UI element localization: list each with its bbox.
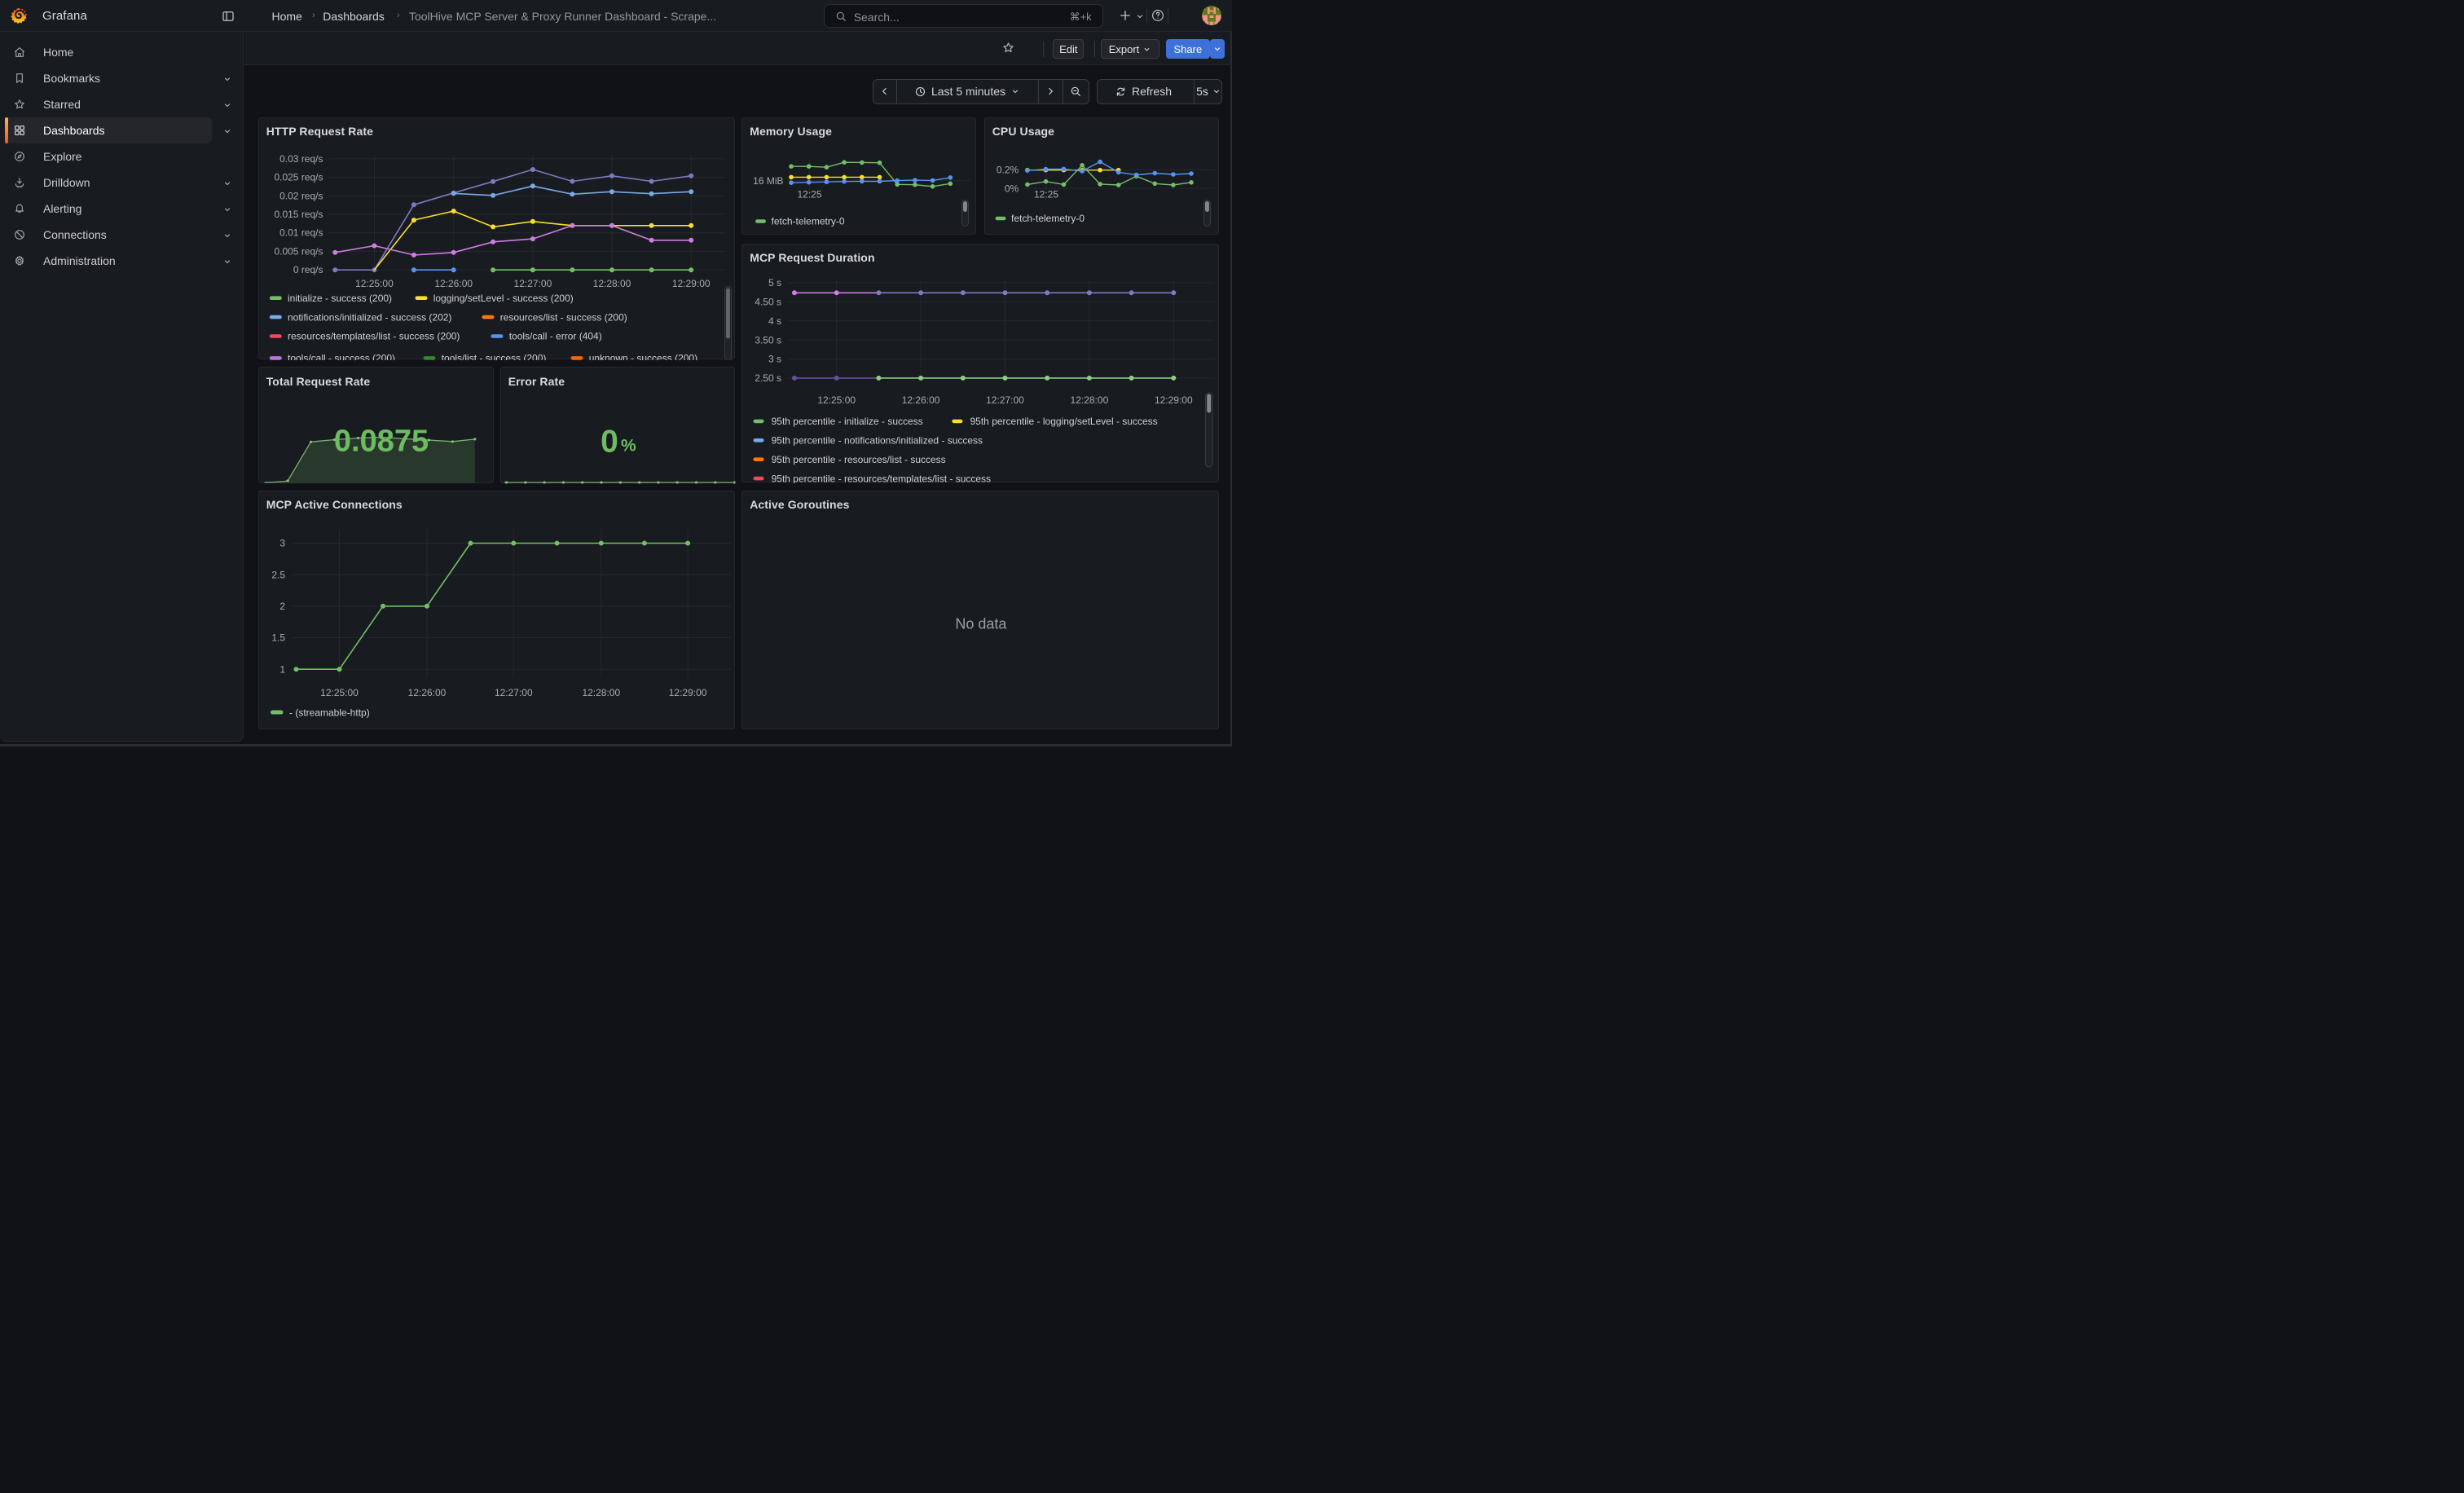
svg-text:3.50 s: 3.50 s xyxy=(755,334,781,346)
svg-text:2.5: 2.5 xyxy=(271,569,285,580)
svg-text:1: 1 xyxy=(279,663,285,675)
svg-text:12:29:00: 12:29:00 xyxy=(668,687,706,698)
svg-text:12:28:00: 12:28:00 xyxy=(1071,394,1109,406)
svg-text:fetch-telemetry-0: fetch-telemetry-0 xyxy=(772,215,845,227)
svg-text:95th percentile - initialize -: 95th percentile - initialize - success xyxy=(772,416,923,427)
svg-text:0 req/s: 0 req/s xyxy=(293,264,323,275)
svg-text:notifications/initialized - su: notifications/initialized - success (202… xyxy=(288,311,451,323)
svg-text:12:27:00: 12:27:00 xyxy=(513,278,552,289)
svg-text:initialize - success (200): initialize - success (200) xyxy=(288,292,392,303)
svg-text:0.03 req/s: 0.03 req/s xyxy=(279,152,323,164)
svg-text:tools/call - error (404): tools/call - error (404) xyxy=(508,330,601,341)
svg-text:12:29:00: 12:29:00 xyxy=(1155,394,1193,406)
svg-text:12:25: 12:25 xyxy=(1033,188,1058,200)
svg-text:0.025 req/s: 0.025 req/s xyxy=(274,171,323,183)
svg-text:2.50 s: 2.50 s xyxy=(755,372,781,384)
svg-text:0.0875: 0.0875 xyxy=(333,425,428,459)
svg-text:12:27:00: 12:27:00 xyxy=(494,687,532,698)
svg-text:12:28:00: 12:28:00 xyxy=(592,278,631,289)
svg-text:4.50 s: 4.50 s xyxy=(755,296,781,307)
svg-text:- (streamable-http): - (streamable-http) xyxy=(289,707,370,718)
svg-text:12:26:00: 12:26:00 xyxy=(407,687,446,698)
svg-text:tools/call - success (200): tools/call - success (200) xyxy=(288,352,395,359)
svg-text:12:27:00: 12:27:00 xyxy=(986,394,1024,406)
svg-text:12:25:00: 12:25:00 xyxy=(817,394,856,406)
svg-text:12:26:00: 12:26:00 xyxy=(902,394,940,406)
svg-text:12:25:00: 12:25:00 xyxy=(355,278,394,289)
svg-text:1.5: 1.5 xyxy=(271,632,285,643)
svg-text:%: % xyxy=(621,437,636,456)
svg-text:12:26:00: 12:26:00 xyxy=(434,278,473,289)
svg-text:3 s: 3 s xyxy=(768,353,781,364)
svg-text:95th percentile - resources/te: 95th percentile - resources/templates/li… xyxy=(772,473,991,483)
svg-text:resources/list - success (200): resources/list - success (200) xyxy=(499,311,627,323)
svg-text:0: 0 xyxy=(601,425,618,460)
svg-text:0.005 req/s: 0.005 req/s xyxy=(274,245,323,257)
svg-text:95th percentile - logging/setL: 95th percentile - logging/setLevel - suc… xyxy=(970,416,1158,427)
svg-text:0.015 req/s: 0.015 req/s xyxy=(274,209,323,220)
svg-text:0.02 req/s: 0.02 req/s xyxy=(279,190,323,201)
svg-text:resources/templates/list - suc: resources/templates/list - success (200) xyxy=(288,330,460,341)
svg-text:95th percentile - resources/li: 95th percentile - resources/list - succe… xyxy=(772,453,946,465)
svg-text:fetch-telemetry-0: fetch-telemetry-0 xyxy=(1011,213,1085,224)
svg-text:0.2%: 0.2% xyxy=(996,164,1019,175)
svg-text:12:29:00: 12:29:00 xyxy=(671,278,710,289)
svg-text:12:28:00: 12:28:00 xyxy=(582,687,620,698)
svg-text:12:25: 12:25 xyxy=(797,188,821,200)
svg-text:logging/setLevel - success (20: logging/setLevel - success (200) xyxy=(433,292,573,303)
svg-text:unknown - success (200): unknown - success (200) xyxy=(588,352,697,359)
svg-text:tools/list - success (200): tools/list - success (200) xyxy=(441,352,546,359)
svg-text:No data: No data xyxy=(955,615,1007,632)
svg-text:12:25:00: 12:25:00 xyxy=(320,687,359,698)
svg-text:16 MiB: 16 MiB xyxy=(753,174,783,186)
svg-text:3: 3 xyxy=(279,537,285,548)
svg-text:95th percentile - notification: 95th percentile - notifications/initiali… xyxy=(772,434,983,446)
svg-text:4 s: 4 s xyxy=(768,315,781,327)
svg-text:2: 2 xyxy=(279,601,285,612)
svg-text:5 s: 5 s xyxy=(768,277,781,288)
svg-text:0%: 0% xyxy=(1004,183,1019,194)
svg-text:0.01 req/s: 0.01 req/s xyxy=(279,227,323,238)
